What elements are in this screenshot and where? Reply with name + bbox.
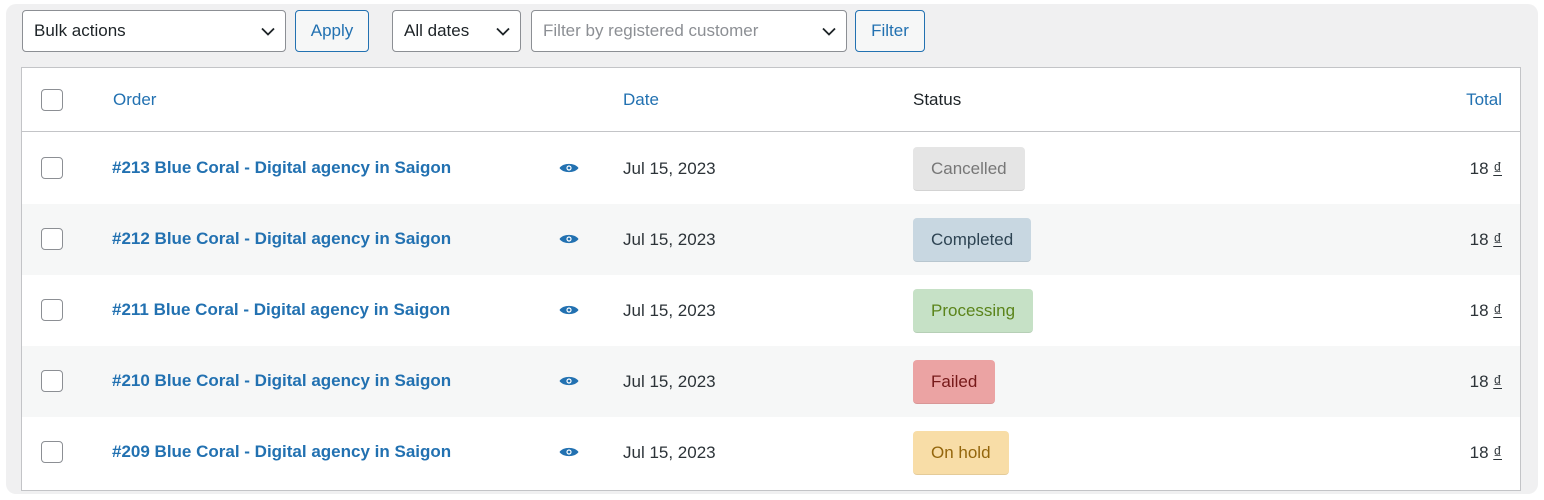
order-date: Jul 15, 2023: [623, 159, 716, 178]
chevron-down-icon: [496, 24, 510, 38]
chevron-down-icon: [822, 24, 836, 38]
row-checkbox[interactable]: [41, 441, 63, 463]
table-row: #209 Blue Coral - Digital agency in Saig…: [22, 417, 1520, 488]
customer-filter-select[interactable]: Filter by registered customer: [531, 10, 847, 52]
order-link[interactable]: #210 Blue Coral - Digital agency in Saig…: [112, 371, 451, 391]
status-label: On hold: [931, 442, 991, 462]
total-amount: 18: [1469, 159, 1489, 178]
order-total: 18 ₫: [1470, 301, 1502, 321]
select-all-checkbox[interactable]: [41, 89, 63, 111]
status-label: Failed: [931, 371, 978, 391]
status-label: Cancelled: [931, 158, 1007, 178]
dates-select[interactable]: All dates: [392, 10, 521, 52]
row-checkbox[interactable]: [41, 370, 63, 392]
column-date-sort[interactable]: Date: [623, 90, 659, 110]
bulk-actions-select[interactable]: Bulk actions: [22, 10, 286, 52]
table-row: #212 Blue Coral - Digital agency in Saig…: [22, 204, 1520, 275]
order-link[interactable]: #212 Blue Coral - Digital agency in Saig…: [112, 229, 451, 249]
dates-value: All dates: [404, 21, 470, 40]
order-date: Jul 15, 2023: [623, 230, 716, 249]
filter-button[interactable]: Filter: [855, 10, 925, 52]
status-badge: On hold: [913, 431, 1009, 475]
table-header: Order Date Status Total: [22, 68, 1520, 132]
orders-panel: Bulk actions Apply All dates Filter by r…: [6, 4, 1538, 494]
status-label: Processing: [931, 300, 1016, 320]
currency-symbol: ₫: [1493, 159, 1502, 178]
table-row: #210 Blue Coral - Digital agency in Saig…: [22, 346, 1520, 417]
orders-table: Order Date Status Total #213 Blue Coral …: [21, 67, 1521, 491]
total-amount: 18: [1469, 301, 1489, 320]
status-label: Completed: [931, 229, 1014, 249]
total-amount: 18: [1469, 372, 1489, 391]
row-checkbox[interactable]: [41, 299, 63, 321]
order-link[interactable]: #211 Blue Coral - Digital agency in Saig…: [112, 300, 450, 320]
row-checkbox[interactable]: [41, 157, 63, 179]
order-link[interactable]: #213 Blue Coral - Digital agency in Saig…: [112, 158, 451, 178]
eye-icon[interactable]: [559, 233, 579, 245]
column-status: Status: [913, 90, 962, 109]
eye-icon[interactable]: [559, 304, 579, 316]
status-badge: Failed: [913, 360, 996, 404]
total-amount: 18: [1469, 443, 1489, 462]
apply-button[interactable]: Apply: [295, 10, 369, 52]
eye-icon[interactable]: [559, 162, 579, 174]
table-row: #213 Blue Coral - Digital agency in Saig…: [22, 133, 1520, 204]
currency-symbol: ₫: [1493, 443, 1502, 462]
status-badge: Cancelled: [913, 147, 1025, 191]
order-link[interactable]: #209 Blue Coral - Digital agency in Saig…: [112, 442, 451, 462]
order-total: 18 ₫: [1470, 159, 1502, 179]
order-date: Jul 15, 2023: [623, 301, 716, 320]
currency-symbol: ₫: [1493, 230, 1502, 249]
order-total: 18 ₫: [1470, 230, 1502, 250]
order-date: Jul 15, 2023: [623, 372, 716, 391]
table-row: #211 Blue Coral - Digital agency in Saig…: [22, 275, 1520, 346]
bulk-actions-value: Bulk actions: [34, 21, 126, 40]
order-total: 18 ₫: [1470, 372, 1502, 392]
column-order-sort[interactable]: Order: [113, 90, 156, 110]
eye-icon[interactable]: [559, 446, 579, 458]
order-date: Jul 15, 2023: [623, 443, 716, 462]
currency-symbol: ₫: [1493, 372, 1502, 391]
chevron-down-icon: [261, 24, 275, 38]
row-checkbox[interactable]: [41, 228, 63, 250]
currency-symbol: ₫: [1493, 301, 1502, 320]
status-badge: Processing: [913, 289, 1034, 333]
column-total-sort[interactable]: Total: [1466, 90, 1502, 110]
table-toolbar: Bulk actions Apply All dates Filter by r…: [6, 4, 1538, 64]
total-amount: 18: [1469, 230, 1489, 249]
customer-filter-placeholder: Filter by registered customer: [543, 21, 759, 40]
status-badge: Completed: [913, 218, 1032, 262]
eye-icon[interactable]: [559, 375, 579, 387]
order-total: 18 ₫: [1470, 443, 1502, 463]
